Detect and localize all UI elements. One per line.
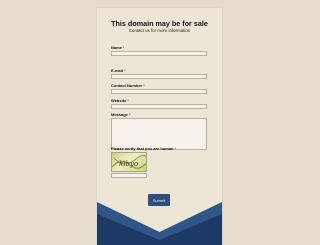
envelope-flap-icon [97,202,222,245]
captcha-input[interactable] [111,173,147,178]
captcha-image: kibyo [111,152,147,172]
captcha-label: Please verify that you are human* [111,146,177,151]
captcha-text: kibyo [119,160,138,168]
contact-form-envelope: This domain may be for sale Contact us f… [97,8,222,245]
email-label: E-mail* [111,68,126,73]
contact-number-field[interactable] [111,89,207,94]
name-field[interactable] [111,51,207,56]
message-label: Message* [111,112,131,117]
website-field[interactable] [111,104,207,109]
page-subtitle: Contact us for more information [128,28,191,33]
captcha-distortion-icon: kibyo [112,155,146,169]
website-label: Website* [111,98,129,103]
contact-number-label: Contact Number* [111,83,145,88]
email-field[interactable] [111,74,207,79]
page-title: This domain may be for sale [111,19,208,28]
name-label: Name* [111,45,125,50]
